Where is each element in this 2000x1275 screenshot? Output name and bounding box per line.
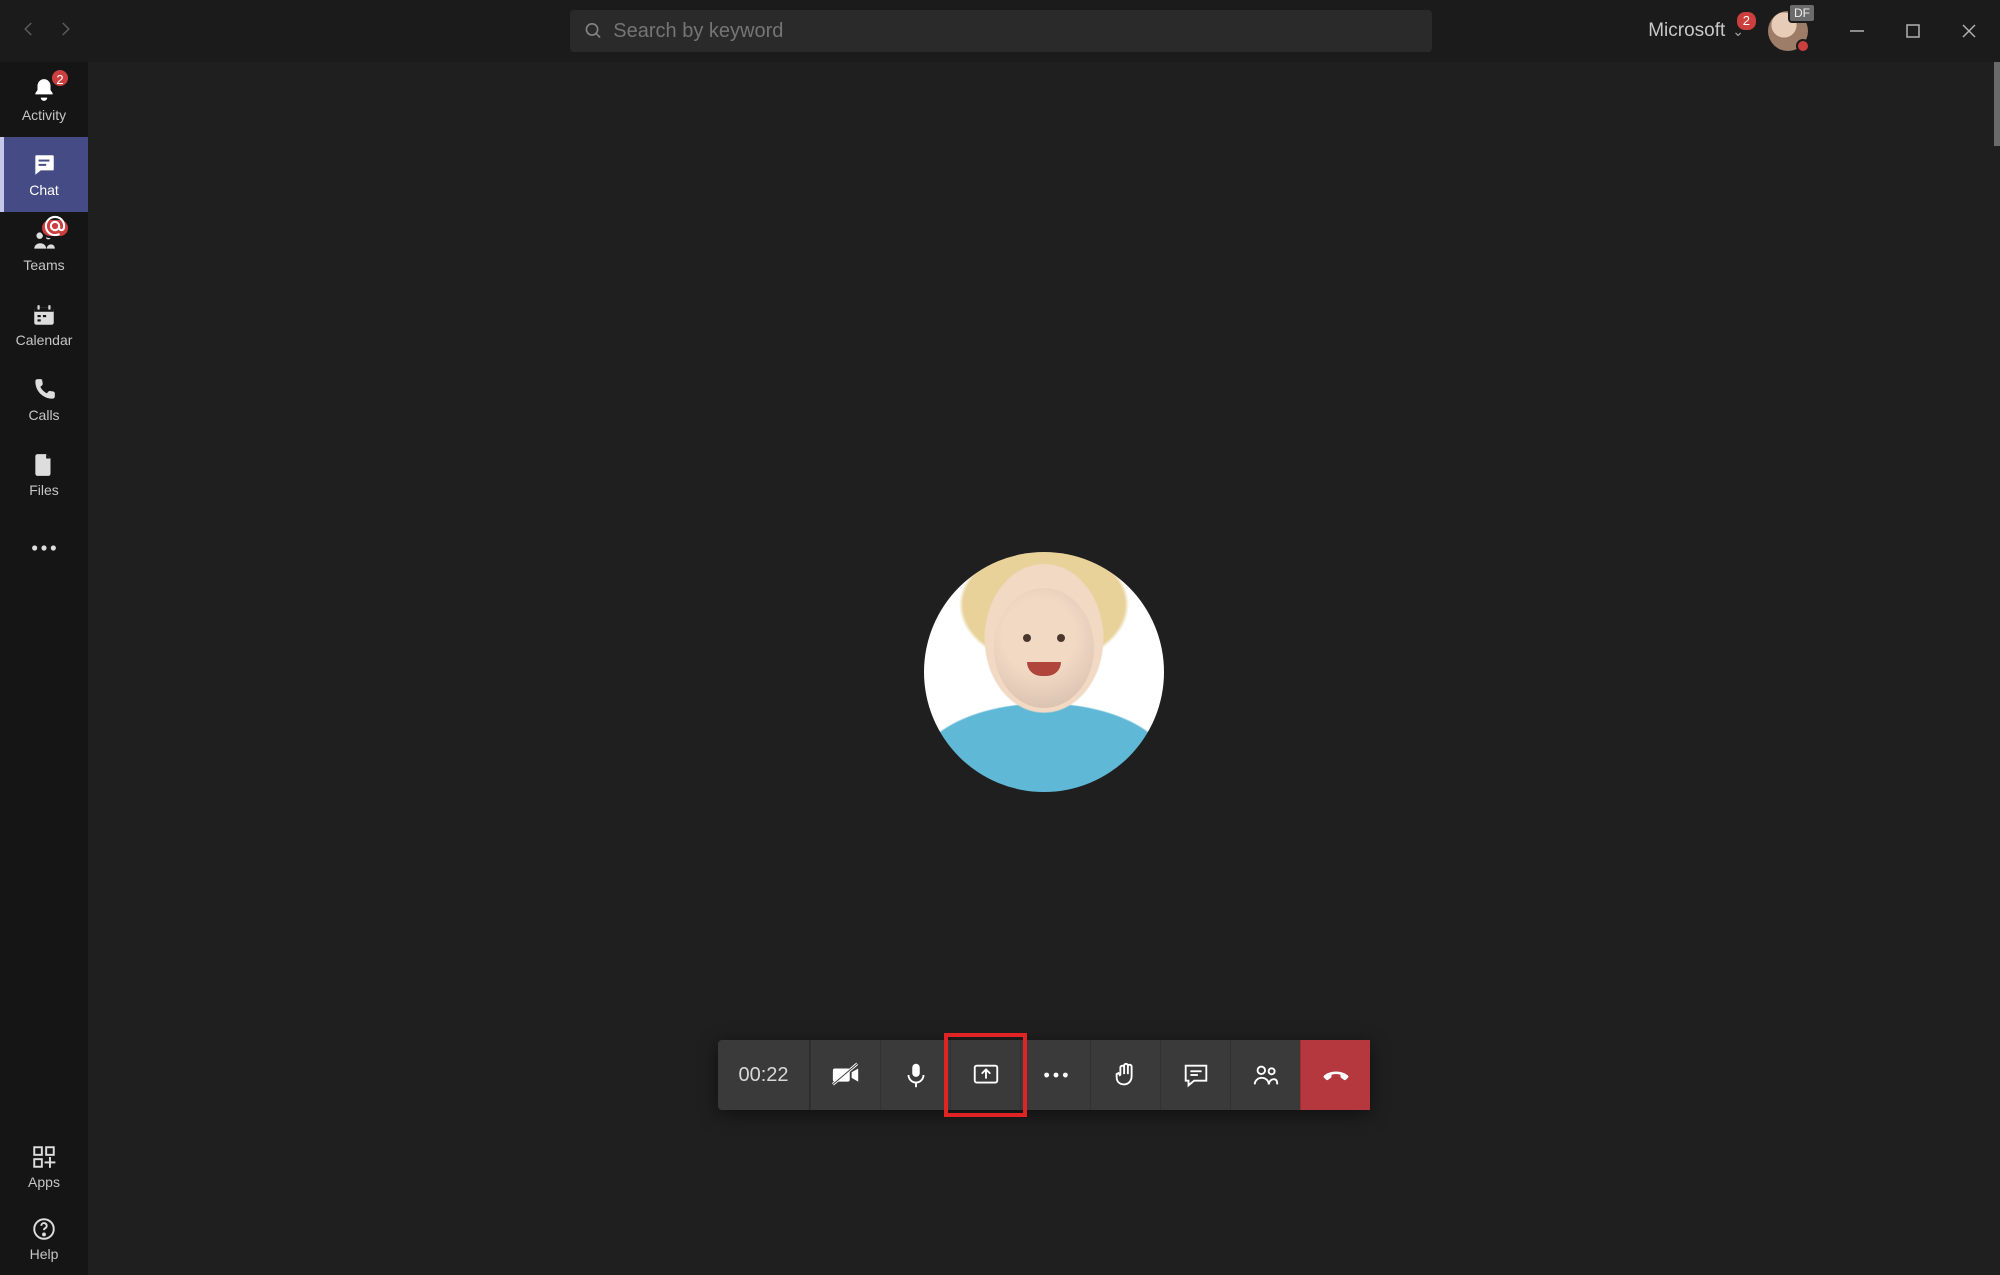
- file-icon: [31, 452, 57, 478]
- call-timer: 00:22: [718, 1040, 810, 1110]
- titlebar-right: Microsoft ⌄ 2 DF: [1648, 0, 2000, 62]
- scrollbar-thumb[interactable]: [1994, 62, 2000, 146]
- window-controls: [1846, 20, 1980, 42]
- raise-hand-button[interactable]: [1090, 1040, 1160, 1110]
- rail-item-help[interactable]: Help: [0, 1203, 88, 1275]
- call-area: 00:22: [88, 62, 2000, 1275]
- people-icon: [1251, 1060, 1281, 1090]
- call-toolbar: 00:22: [718, 1040, 1370, 1110]
- close-window-button[interactable]: [1958, 20, 1980, 42]
- microphone-icon: [901, 1060, 931, 1090]
- back-button[interactable]: [20, 20, 38, 43]
- org-label-text: Microsoft: [1648, 20, 1725, 42]
- org-notification-badge: 2: [1735, 10, 1758, 32]
- hang-up-button[interactable]: [1300, 1040, 1370, 1110]
- search-box[interactable]: [570, 10, 1432, 52]
- chat-icon: [31, 152, 57, 178]
- chat-bubble-icon: [1181, 1060, 1211, 1090]
- activity-badge: 2: [50, 68, 70, 88]
- rail-label: Chat: [29, 182, 59, 198]
- rail-label: Calendar: [16, 332, 73, 348]
- org-switcher[interactable]: Microsoft ⌄ 2: [1648, 20, 1744, 42]
- more-icon: [1041, 1060, 1071, 1090]
- rail-item-activity[interactable]: Activity 2: [0, 62, 88, 137]
- history-nav: [0, 20, 74, 43]
- rail-label: Teams: [23, 257, 64, 273]
- rail-item-calendar[interactable]: Calendar: [0, 287, 88, 362]
- avatar-initials: DF: [1788, 3, 1816, 23]
- rail-item-apps[interactable]: Apps: [0, 1131, 88, 1203]
- search-input[interactable]: [613, 20, 1418, 43]
- rail-label: Help: [30, 1246, 59, 1262]
- user-avatar[interactable]: DF: [1768, 11, 1808, 51]
- apps-icon: [31, 1144, 57, 1170]
- toggle-chat-button[interactable]: [1160, 1040, 1230, 1110]
- more-icon: [30, 535, 58, 561]
- at-icon: [42, 213, 68, 239]
- rail-label: Calls: [28, 407, 59, 423]
- maximize-button[interactable]: [1902, 20, 1924, 42]
- rail-label: Files: [29, 482, 59, 498]
- presence-status-icon: [1796, 39, 1810, 53]
- share-screen-button[interactable]: [950, 1040, 1020, 1110]
- hand-icon: [1111, 1060, 1141, 1090]
- participant-avatar: [924, 552, 1164, 792]
- more-actions-button[interactable]: [1020, 1040, 1090, 1110]
- calendar-icon: [31, 302, 57, 328]
- share-screen-icon: [971, 1060, 1001, 1090]
- rail-item-files[interactable]: Files: [0, 437, 88, 512]
- minimize-button[interactable]: [1846, 20, 1868, 42]
- rail-label: Activity: [22, 107, 66, 123]
- show-participants-button[interactable]: [1230, 1040, 1300, 1110]
- toggle-camera-button[interactable]: [810, 1040, 880, 1110]
- search-icon: [584, 21, 603, 41]
- titlebar: Microsoft ⌄ 2 DF: [0, 0, 2000, 62]
- rail-item-teams[interactable]: Teams: [0, 212, 88, 287]
- rail-item-chat[interactable]: Chat: [0, 137, 88, 212]
- forward-button[interactable]: [56, 20, 74, 43]
- camera-off-icon: [831, 1060, 861, 1090]
- rail-item-more[interactable]: [0, 512, 88, 587]
- rail-item-calls[interactable]: Calls: [0, 362, 88, 437]
- teams-mention-badge: [40, 218, 70, 238]
- toggle-mic-button[interactable]: [880, 1040, 950, 1110]
- rail-bottom: Apps Help: [0, 1131, 88, 1275]
- phone-icon: [31, 377, 57, 403]
- app-rail: Activity 2 Chat Teams Calendar Calls Fil…: [0, 62, 88, 1275]
- hang-up-icon: [1319, 1060, 1353, 1090]
- rail-label: Apps: [28, 1174, 60, 1190]
- help-icon: [31, 1216, 57, 1242]
